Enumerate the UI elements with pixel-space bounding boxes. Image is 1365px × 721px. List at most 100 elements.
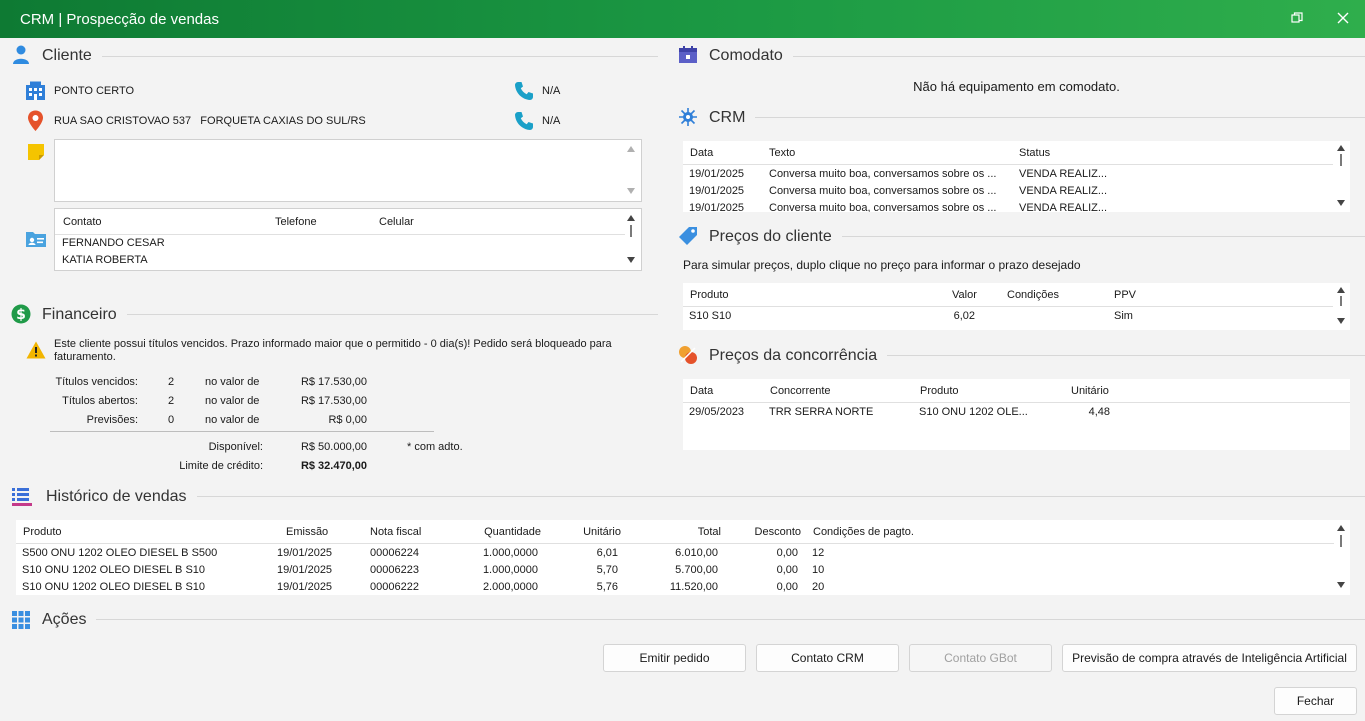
scroll-down-icon[interactable] <box>1337 318 1345 324</box>
contato-crm-button[interactable]: Contato CRM <box>756 644 899 672</box>
adto-note: * com adto. <box>407 441 463 453</box>
hist-row-emissao[interactable]: 19/01/2025 <box>277 564 332 576</box>
scrollbar-thumb[interactable] <box>1340 535 1342 547</box>
contato-gbot-button[interactable]: Contato GBot <box>909 644 1052 672</box>
hist-row-produto[interactable]: S10 ONU 1202 OLEO DIESEL B S10 <box>22 581 205 593</box>
cliente-endereco: RUA SAO CRISTOVAO 537 FORQUETA CAXIAS DO… <box>54 115 366 127</box>
hist-row-unitario[interactable]: 5,76 <box>556 581 618 593</box>
emitir-pedido-button[interactable]: Emitir pedido <box>603 644 746 672</box>
crm-row-status[interactable]: VENDA REALIZ... <box>1019 168 1107 180</box>
hist-row-emissao[interactable]: 19/01/2025 <box>277 581 332 593</box>
competitor-price-icon <box>678 345 698 368</box>
crm-row-data[interactable]: 19/01/2025 <box>689 168 744 180</box>
hist-row-unitario[interactable]: 5,70 <box>556 564 618 576</box>
user-icon <box>12 45 30 68</box>
cliente-section-title: Cliente <box>42 47 102 65</box>
concorrencia-row-unitario[interactable]: 4,48 <box>1053 406 1110 418</box>
crm-row-texto[interactable]: Conversa muito boa, conversamos sobre os… <box>769 168 1009 180</box>
hist-row-emissao[interactable]: 19/01/2025 <box>277 547 332 559</box>
hist-row-produto[interactable]: S10 ONU 1202 OLEO DIESEL B S10 <box>22 564 205 576</box>
hist-row-condicoes[interactable]: 12 <box>812 547 824 559</box>
hist-row-total[interactable]: 5.700,00 <box>636 564 718 576</box>
hist-row-desconto[interactable]: 0,00 <box>726 547 798 559</box>
crm-header-data: Data <box>690 147 714 159</box>
scrollbar-thumb[interactable] <box>1340 154 1342 166</box>
svg-text:$: $ <box>16 307 26 323</box>
crm-row-status[interactable]: VENDA REALIZ... <box>1019 202 1107 212</box>
scroll-down-icon[interactable] <box>627 188 635 194</box>
hist-row-desconto[interactable]: 0,00 <box>726 581 798 593</box>
hist-row-produto[interactable]: S500 ONU 1202 OLEO DIESEL B S500 <box>22 547 217 559</box>
hist-row-nota-fiscal[interactable]: 00006223 <box>370 564 419 576</box>
crm-row-texto[interactable]: Conversa muito boa, conversamos sobre os… <box>769 185 1009 197</box>
hist-row-condicoes[interactable]: 10 <box>812 564 824 576</box>
scroll-up-icon[interactable] <box>1337 287 1345 293</box>
precos-header-valor: Valor <box>952 289 977 301</box>
hist-row-desconto[interactable]: 0,00 <box>726 564 798 576</box>
hist-row-total[interactable]: 11.520,00 <box>636 581 718 593</box>
sales-history-icon <box>11 487 33 510</box>
hist-row-quantidade[interactable]: 1.000,0000 <box>456 547 538 559</box>
hist-row-total[interactable]: 6.010,00 <box>636 547 718 559</box>
crm-row-data[interactable]: 19/01/2025 <box>689 202 744 212</box>
contatos-header-telefone: Telefone <box>275 216 317 228</box>
scrollbar-thumb[interactable] <box>1340 296 1342 306</box>
phone-icon <box>514 81 534 104</box>
actions-grid-icon <box>12 611 30 632</box>
titulos-vencidos-valor: R$ 17.530,00 <box>300 376 367 388</box>
scroll-up-icon[interactable] <box>627 146 635 152</box>
restore-icon[interactable] <box>1286 8 1308 30</box>
previsoes-label: Previsões: <box>86 414 138 426</box>
concorrencia-header-produto: Produto <box>920 385 959 397</box>
concorrencia-header-concorrente: Concorrente <box>770 385 831 397</box>
hist-row-quantidade[interactable]: 1.000,0000 <box>456 564 538 576</box>
scrollbar-thumb[interactable] <box>630 225 632 237</box>
fechar-button[interactable]: Fechar <box>1274 687 1357 715</box>
financeiro-section-title: Financeiro <box>42 306 127 324</box>
concorrencia-row-concorrente[interactable]: TRR SERRA NORTE <box>769 406 873 418</box>
scroll-down-icon[interactable] <box>1337 582 1345 588</box>
crm-section-title: CRM <box>709 109 756 127</box>
crm-row-texto[interactable]: Conversa muito boa, conversamos sobre os… <box>769 202 1009 212</box>
precos-row-produto[interactable]: S10 S10 <box>689 310 731 322</box>
titulos-abertos-qtd: 2 <box>168 395 175 407</box>
hist-row-unitario[interactable]: 6,01 <box>556 547 618 559</box>
scroll-up-icon[interactable] <box>1337 145 1345 151</box>
precos-cliente-section-title: Preços do cliente <box>709 228 842 246</box>
scroll-up-icon[interactable] <box>627 215 635 221</box>
concorrencia-row-produto[interactable]: S10 ONU 1202 OLE... <box>919 406 1028 418</box>
hist-row-nota-fiscal[interactable]: 00006222 <box>370 581 419 593</box>
observacao-text <box>55 140 641 148</box>
calendar-icon <box>678 46 698 67</box>
close-icon[interactable] <box>1332 8 1354 30</box>
location-pin-icon <box>27 110 44 135</box>
precos-cliente-instrucao: Para simular preços, duplo clique no pre… <box>683 258 1081 272</box>
table-row[interactable]: FERNANDO CESAR <box>62 237 165 249</box>
scroll-down-icon[interactable] <box>1337 200 1345 206</box>
scroll-down-icon[interactable] <box>627 257 635 263</box>
hist-header-condicoes: Condições de pagto. <box>813 526 914 538</box>
precos-row-ppv[interactable]: Sim <box>1114 310 1133 322</box>
crm-row-status[interactable]: VENDA REALIZ... <box>1019 185 1107 197</box>
titulos-vencidos-qtd: 2 <box>168 376 175 388</box>
precos-row-valor[interactable]: 6,02 <box>923 310 975 322</box>
precos-header-produto: Produto <box>690 289 729 301</box>
concorrencia-row-data[interactable]: 29/05/2023 <box>689 406 744 418</box>
comodato-mensagem: Não há equipamento em comodato. <box>913 79 1120 94</box>
hist-header-total: Total <box>697 526 721 538</box>
telefone2: N/A <box>542 115 561 127</box>
hist-row-condicoes[interactable]: 20 <box>812 581 824 593</box>
acoes-section-title: Ações <box>42 611 97 629</box>
table-row[interactable]: KATIA ROBERTA <box>62 254 148 266</box>
sticky-note-icon <box>27 143 45 164</box>
scroll-up-icon[interactable] <box>1337 525 1345 531</box>
hist-row-quantidade[interactable]: 2.000,0000 <box>456 581 538 593</box>
hist-header-desconto: Desconto <box>754 526 801 538</box>
hist-row-nota-fiscal[interactable]: 00006224 <box>370 547 419 559</box>
concorrencia-header-data: Data <box>690 385 714 397</box>
observacao-textarea[interactable] <box>54 139 642 202</box>
crm-header-texto: Texto <box>769 147 796 159</box>
crm-row-data[interactable]: 19/01/2025 <box>689 185 744 197</box>
disponivel-label: Disponível: <box>208 441 263 453</box>
previsao-ia-button[interactable]: Previsão de compra através de Inteligênc… <box>1062 644 1357 672</box>
